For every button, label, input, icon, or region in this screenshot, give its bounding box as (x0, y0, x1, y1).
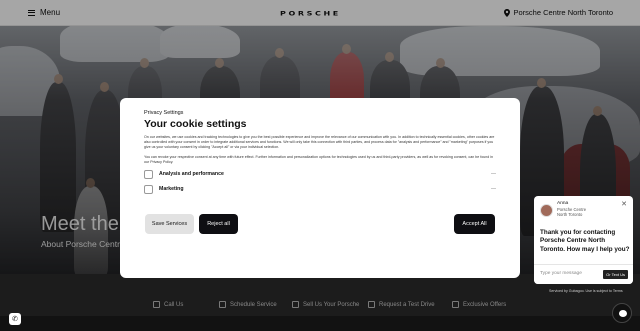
accept-all-button[interactable]: Accept All (454, 214, 495, 234)
option-label: Marketing (159, 186, 184, 193)
phone-fab-button[interactable]: ✆ (9, 313, 21, 325)
chat-fab-button[interactable] (612, 303, 632, 323)
marketing-checkbox[interactable] (144, 184, 153, 194)
chat-input-area[interactable]: Type your message Or Text Us (534, 264, 633, 284)
chat-credit: Serviced by Gubagoo. Use is subject to T… (549, 289, 623, 293)
phone-icon: ✆ (12, 316, 18, 323)
text-us-button[interactable]: Or Text Us (603, 270, 628, 279)
agent-name: Anna (557, 201, 569, 206)
close-icon[interactable]: ✕ (621, 200, 627, 208)
analysis-checkbox[interactable] (144, 169, 153, 179)
chat-message: Thank you for contacting Porsche Centre … (540, 229, 630, 253)
chat-input[interactable]: Type your message (540, 271, 582, 276)
chevron-down-icon[interactable]: — (491, 171, 496, 177)
option-label: Analysis and performance (159, 171, 224, 178)
dialog-kicker: Privacy Settings (144, 110, 184, 116)
agent-org: Porsche Centre North Toronto (557, 207, 587, 217)
dialog-title: Your cookie settings (144, 118, 247, 130)
save-services-button[interactable]: Save Services (145, 214, 194, 234)
option-marketing[interactable]: Marketing — (144, 183, 496, 195)
chevron-down-icon[interactable]: — (491, 186, 496, 192)
reject-all-button[interactable]: Reject all (199, 214, 238, 234)
dialog-body-text-2: You can revoke your respective consent a… (144, 154, 493, 164)
agent-avatar (540, 204, 553, 217)
cookie-consent-dialog: Privacy Settings Your cookie settings On… (120, 98, 520, 278)
dialog-body-text: On our websites, we use cookies and trac… (144, 135, 495, 150)
option-analysis-performance[interactable]: Analysis and performance — (144, 168, 496, 180)
chat-bubble-icon (619, 310, 627, 317)
